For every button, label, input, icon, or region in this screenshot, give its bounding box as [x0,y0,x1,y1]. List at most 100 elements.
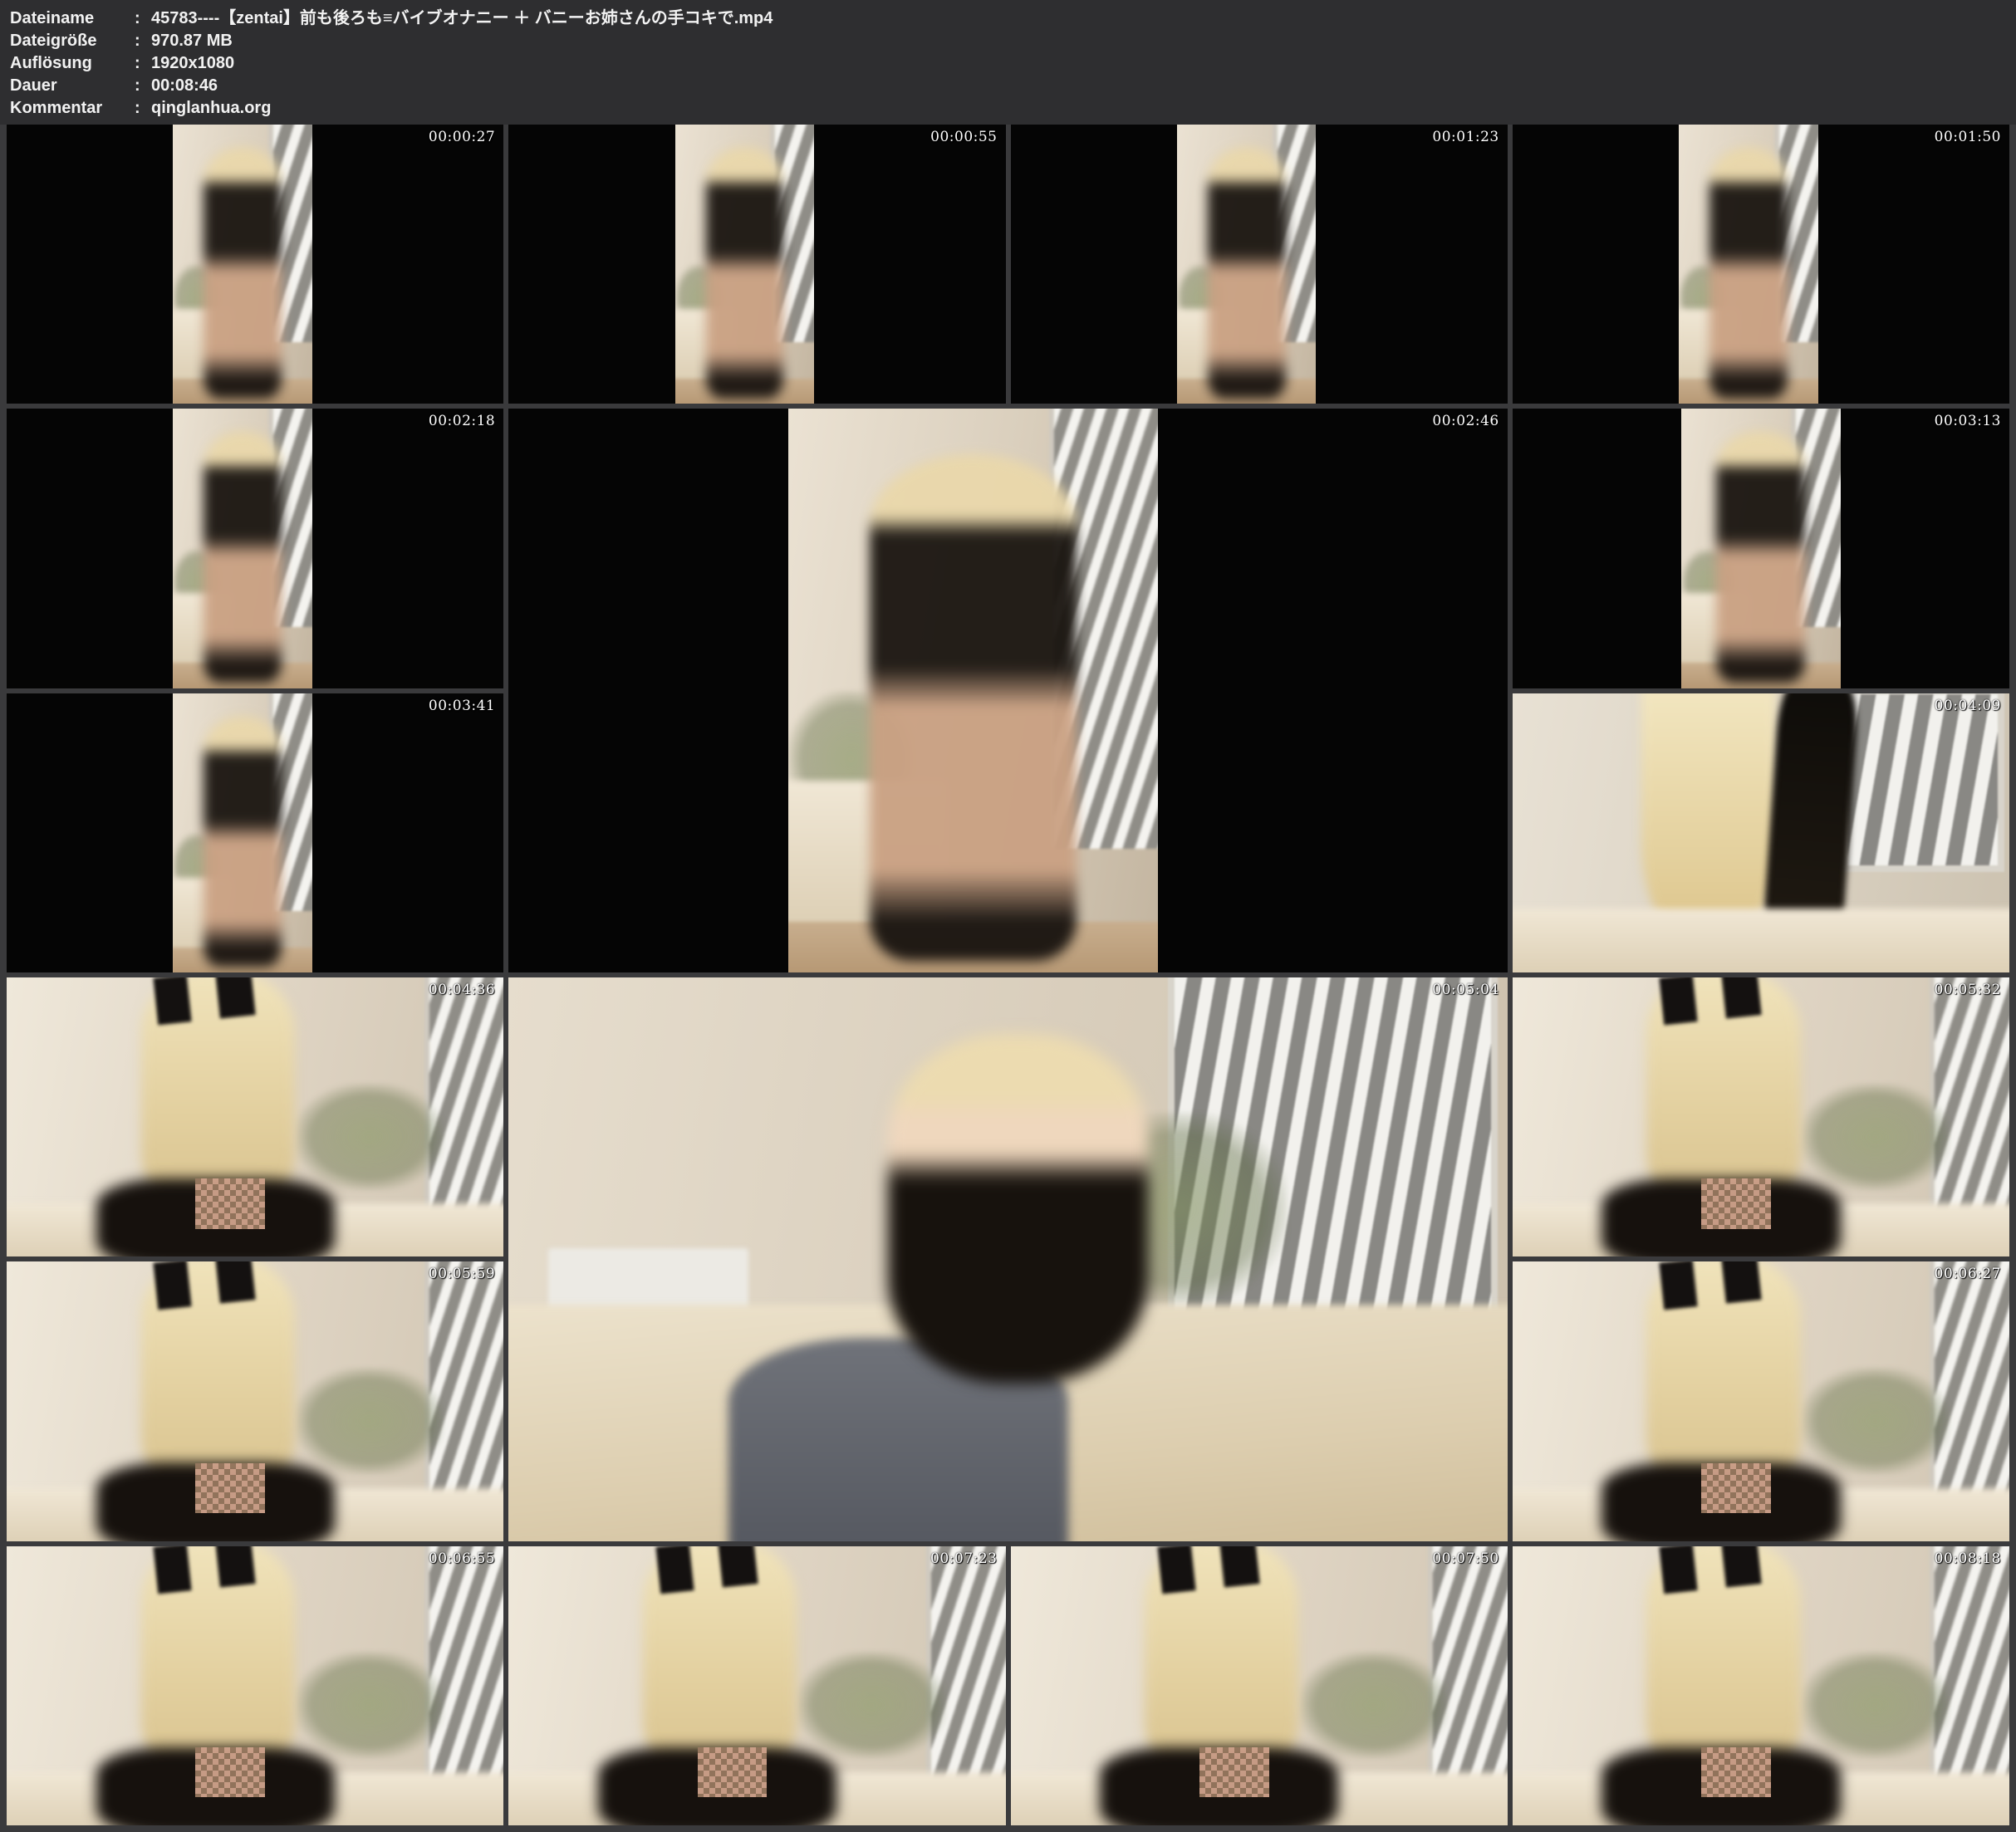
plant-shape [295,1652,444,1758]
figure-silhouette-shape [1716,431,1805,683]
thumbnail-photo-placeholder [1513,977,2009,1256]
figure-silhouette-shape [1208,147,1286,399]
censor-mosaic-shape [1701,1463,1771,1514]
thumbnail-photo-placeholder [1177,125,1317,404]
thumbnail-photo-placeholder [675,125,815,404]
file-info-row-duration: Dauer : 00:08:46 [10,75,2006,97]
thumbnail-cell: 00:04:36 [7,977,503,1256]
figure-silhouette-shape [204,147,282,399]
plant-shape [295,1368,444,1474]
thumbnail-photo-placeholder [173,409,312,688]
file-info-value-filename: 45783----【zentai】前も後ろも≡バイブオナニー ＋ バニーお姉さん… [151,7,2006,30]
figure-silhouette-shape [706,147,784,399]
timestamp-overlay: 00:02:46 [1432,413,1499,429]
censor-mosaic-shape [195,1463,265,1514]
file-info-label: Dauer [10,75,135,97]
thumbnail-photo-placeholder [1513,1546,2009,1825]
censor-mosaic-shape [1199,1747,1269,1798]
thumbnail-photo-placeholder [508,977,1508,1541]
file-info-separator: : [135,97,151,120]
timestamp-overlay: 00:01:23 [1432,129,1499,145]
thumbnail-photo-placeholder [1513,693,2009,972]
thumbnail-cell: 00:07:50 [1011,1546,1508,1825]
plant-shape [1299,1652,1448,1758]
thumbnail-cell: 00:03:13 [1513,409,2009,688]
thumbnail-cell: 00:01:50 [1513,125,2009,404]
file-info-header: Dateiname : 45783----【zentai】前も後ろも≡バイブオナ… [0,0,2016,125]
file-info-label: Auflösung [10,52,135,75]
thumbnail-photo-placeholder [508,1546,1005,1825]
timestamp-overlay: 00:05:59 [429,1266,495,1282]
timestamp-overlay: 00:05:04 [1432,982,1499,998]
file-info-separator: : [135,52,151,75]
timestamp-overlay: 00:03:41 [429,698,495,714]
thumbnail-photo-placeholder [1513,1261,2009,1541]
file-info-separator: : [135,30,151,52]
file-info-row-resolution: Auflösung : 1920x1080 [10,52,2006,75]
file-info-row-filesize: Dateigröße : 970.87 MB [10,30,2006,52]
censor-mosaic-shape [195,1178,265,1229]
timestamp-overlay: 00:00:27 [429,129,495,145]
plant-shape [1801,1084,1950,1190]
figure-silhouette-shape [1709,147,1788,399]
timestamp-overlay: 00:00:55 [930,129,997,145]
thumbnail-cell: 00:06:55 [7,1546,503,1825]
file-info-row-comment: Kommentar : qinglanhua.org [10,97,2006,120]
thumbnail-photo-placeholder [1011,1546,1508,1825]
figure-silhouette-shape [204,431,282,683]
thumbnail-cell: 00:00:55 [508,125,1005,404]
timestamp-overlay: 00:07:23 [930,1550,997,1567]
thumbnail-photo-placeholder [173,125,312,404]
thumbnail-cell: 00:02:18 [7,409,503,688]
thumbnail-grid: 00:00:27 00:00:55 00:01:23 00:01:50 00:02:18… [0,125,2016,1832]
file-info-label: Kommentar [10,97,135,120]
thumbnail-photo-placeholder [788,409,1158,972]
timestamp-overlay: 00:06:55 [429,1550,495,1567]
file-info-row-filename: Dateiname : 45783----【zentai】前も後ろも≡バイブオナ… [10,7,2006,30]
thumbnail-cell: 00:05:59 [7,1261,503,1541]
plant-shape [295,1084,444,1190]
timestamp-overlay: 00:08:18 [1935,1550,2001,1567]
thumbnail-cell: 00:01:23 [1011,125,1508,404]
thumbnail-photo-placeholder [7,1261,503,1541]
timestamp-overlay: 00:04:09 [1935,698,2001,714]
timestamp-overlay: 00:04:36 [429,982,495,998]
censor-mosaic-shape [195,1747,265,1798]
timestamp-overlay: 00:02:18 [429,413,495,429]
hair-shape [1641,693,1776,945]
thumbnail-photo-placeholder [173,693,312,972]
thumbnail-photo-placeholder [1679,125,1818,404]
censor-mosaic-shape [1701,1747,1771,1798]
timestamp-overlay: 00:01:50 [1935,129,2001,145]
thumbnail-photo-placeholder [7,1546,503,1825]
file-info-value-resolution: 1920x1080 [151,52,2006,75]
thumbnail-cell: 00:03:41 [7,693,503,972]
thumbnail-cell: 00:06:27 [1513,1261,2009,1541]
timestamp-overlay: 00:07:50 [1432,1550,1499,1567]
censor-mosaic-shape [698,1747,768,1798]
plant-shape [797,1652,945,1758]
thumbnail-cell: 00:04:09 [1513,693,2009,972]
figure-silhouette-shape [888,1034,1148,1384]
thumbnail-cell: 00:02:46 [508,409,1508,972]
thumbnail-photo-placeholder [1681,409,1840,688]
file-info-label: Dateigröße [10,30,135,52]
file-info-separator: : [135,75,151,97]
censor-mosaic-shape [1701,1178,1771,1229]
thumbnail-cell: 00:05:32 [1513,977,2009,1256]
figure-silhouette-shape [870,454,1077,962]
file-info-value-duration: 00:08:46 [151,75,2006,97]
figure-silhouette-shape [204,716,282,967]
bed-shape [1513,909,2009,972]
thumbnail-cell: 00:08:18 [1513,1546,2009,1825]
file-info-separator: : [135,7,151,30]
thumbnail-cell: 00:00:27 [7,125,503,404]
thumbnail-cell: 00:07:23 [508,1546,1005,1825]
file-info-value-comment: qinglanhua.org [151,97,2006,120]
timestamp-overlay: 00:05:32 [1935,982,2001,998]
thumbnail-cell: 00:05:04 [508,977,1508,1541]
file-info-value-filesize: 970.87 MB [151,30,2006,52]
timestamp-overlay: 00:06:27 [1935,1266,2001,1282]
thumbnail-photo-placeholder [7,977,503,1256]
plant-shape [1801,1652,1950,1758]
